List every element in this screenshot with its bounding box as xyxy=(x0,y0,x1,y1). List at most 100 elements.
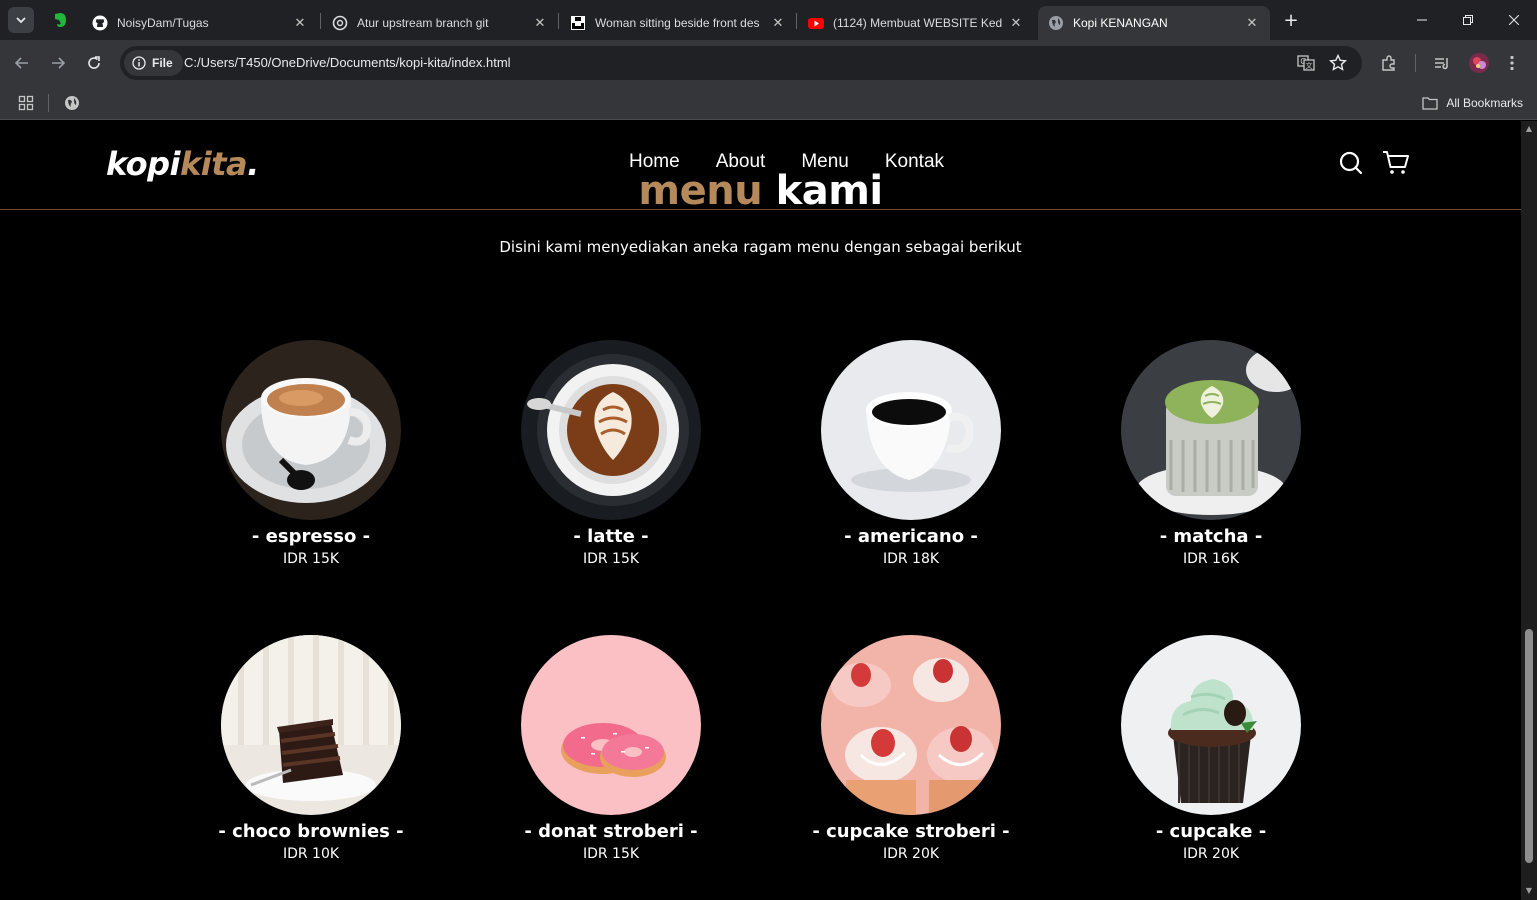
bookmark-star-icon[interactable] xyxy=(1328,53,1348,73)
espresso-image xyxy=(221,340,401,520)
tab-title: Kopi KENANGAN xyxy=(1073,16,1168,30)
tab-divider xyxy=(796,13,797,29)
scheme-label: File xyxy=(152,56,173,70)
close-tab-icon[interactable]: ✕ xyxy=(1008,15,1024,31)
browser-tab-strip: NoisyDam/Tugas ✕ Atur upstream branch gi… xyxy=(0,0,1537,40)
translate-icon[interactable]: G文 xyxy=(1296,53,1316,73)
page-scrollbar[interactable]: ▲ ▼ xyxy=(1521,121,1537,900)
menu-item-name: - espresso - xyxy=(251,526,371,547)
menu-item-name: - cupcake stroberi - xyxy=(812,821,1010,842)
unsplash-icon xyxy=(570,15,586,31)
close-tab-icon[interactable]: ✕ xyxy=(532,15,548,31)
close-icon xyxy=(1509,15,1519,25)
page-viewport: kopikita. Home About Menu Kontak menu ka… xyxy=(0,121,1521,900)
globe-bookmark-icon[interactable] xyxy=(62,93,82,113)
media-control-icon[interactable] xyxy=(1430,51,1454,75)
close-tab-icon[interactable]: ✕ xyxy=(770,15,786,31)
choco-brownies-image xyxy=(221,635,401,815)
minimize-button[interactable] xyxy=(1399,0,1445,40)
extensions-icon[interactable] xyxy=(1377,51,1401,75)
pinned-tab[interactable] xyxy=(44,6,76,34)
cupcake-stroberi-image xyxy=(821,635,1001,815)
all-bookmarks-button[interactable]: All Bookmarks xyxy=(1422,93,1523,113)
close-window-button[interactable] xyxy=(1491,0,1537,40)
tab-divider xyxy=(320,13,321,29)
tab-unsplash[interactable]: Woman sitting beside front des ✕ xyxy=(560,6,796,40)
chevron-down-icon xyxy=(16,17,26,24)
menu-item-price: IDR 10K xyxy=(282,846,340,862)
tab-youtube[interactable]: (1124) Membuat WEBSITE Keda ✕ xyxy=(798,6,1034,40)
tab-github[interactable]: NoisyDam/Tugas ✕ xyxy=(82,6,318,40)
tab-title: NoisyDam/Tugas xyxy=(117,16,209,30)
site-info-chip[interactable]: File xyxy=(124,50,183,76)
forward-button[interactable] xyxy=(46,51,70,75)
globe-icon xyxy=(1048,15,1064,31)
profile-avatar[interactable] xyxy=(1467,51,1491,75)
tab-title: (1124) Membuat WEBSITE Keda xyxy=(833,16,1002,30)
menu-item-name: - latte - xyxy=(573,526,649,547)
browser-toolbar: File C:/Users/T450/OneDrive/Documents/ko… xyxy=(0,40,1537,86)
all-bookmarks-label: All Bookmarks xyxy=(1446,96,1523,110)
menu-card-cupcake-stroberi[interactable]: - cupcake stroberi - IDR 20K xyxy=(761,635,1061,862)
scrollbar-thumb[interactable] xyxy=(1525,629,1533,863)
section-title-accent: menu xyxy=(638,168,763,214)
menu-card-cupcake[interactable]: - cupcake - IDR 20K xyxy=(1061,635,1361,862)
cupcake-image xyxy=(1121,635,1301,815)
bookmarks-divider xyxy=(48,94,49,112)
menu-card-choco-brownies[interactable]: - choco brownies - IDR 10K xyxy=(161,635,461,862)
apps-grid-icon[interactable] xyxy=(16,93,36,113)
donat-stroberi-image xyxy=(521,635,701,815)
scroll-down-icon[interactable]: ▼ xyxy=(1525,887,1533,895)
close-tab-icon[interactable]: ✕ xyxy=(1244,15,1260,31)
menu-item-name: - cupcake - xyxy=(1155,821,1267,842)
restore-button[interactable] xyxy=(1445,0,1491,40)
menu-card-americano[interactable]: - americano - IDR 18K xyxy=(761,340,1061,567)
americano-image xyxy=(821,340,1001,520)
menu-item-name: - americano - xyxy=(844,526,978,547)
matcha-image xyxy=(1121,340,1301,520)
menu-item-price: IDR 18K xyxy=(882,551,940,567)
section-subtitle: Disini kami menyediakan aneka ragam menu… xyxy=(499,238,1022,256)
menu-item-price: IDR 20K xyxy=(882,846,940,862)
tab-chatgpt[interactable]: Atur upstream branch git ✕ xyxy=(322,6,558,40)
menu-item-name: - donat stroberi - xyxy=(524,821,698,842)
back-button[interactable] xyxy=(10,51,34,75)
tab-title: Woman sitting beside front des xyxy=(595,16,760,30)
menu-grid: - espresso - IDR 15K - latte - IDR 15K -… xyxy=(161,340,1361,862)
latte-image xyxy=(521,340,701,520)
url-text[interactable]: C:/Users/T450/OneDrive/Documents/kopi-ki… xyxy=(184,55,511,70)
menu-item-price: IDR 16K xyxy=(1182,551,1240,567)
tab-divider xyxy=(558,13,559,29)
menu-item-price: IDR 15K xyxy=(582,551,640,567)
toolbar-divider xyxy=(1415,54,1416,72)
folder-icon xyxy=(1422,97,1438,110)
menu-card-latte[interactable]: - latte - IDR 15K xyxy=(461,340,761,567)
minimize-icon xyxy=(1417,19,1427,21)
openai-icon xyxy=(332,15,348,31)
new-tab-button[interactable]: + xyxy=(1279,8,1303,32)
menu-item-name: - matcha - xyxy=(1159,526,1263,547)
arrow-right-icon xyxy=(52,57,66,69)
scroll-up-icon[interactable]: ▲ xyxy=(1525,125,1533,133)
reload-icon xyxy=(88,56,100,69)
svg-text:文: 文 xyxy=(1306,61,1313,70)
menu-card-espresso[interactable]: - espresso - IDR 15K xyxy=(161,340,461,567)
menu-card-matcha[interactable]: - matcha - IDR 16K xyxy=(1061,340,1361,567)
reload-button[interactable] xyxy=(82,51,106,75)
close-tab-icon[interactable]: ✕ xyxy=(292,15,308,31)
tab-kopi-kenangan[interactable]: Kopi KENANGAN ✕ xyxy=(1038,6,1270,40)
arrow-left-icon xyxy=(14,57,28,69)
section-title-main: kami xyxy=(775,168,883,214)
address-bar[interactable]: File C:/Users/T450/OneDrive/Documents/ko… xyxy=(120,46,1362,80)
evernote-icon xyxy=(55,13,66,27)
menu-card-donat-stroberi[interactable]: - donat stroberi - IDR 15K xyxy=(461,635,761,862)
menu-item-price: IDR 15K xyxy=(282,551,340,567)
menu-item-price: IDR 15K xyxy=(582,846,640,862)
kebab-menu-icon[interactable] xyxy=(1500,51,1524,75)
youtube-icon xyxy=(808,15,824,31)
tab-search-button[interactable] xyxy=(8,7,34,33)
section-title: menu kami xyxy=(0,168,1521,214)
menu-item-price: IDR 20K xyxy=(1182,846,1240,862)
tab-title: Atur upstream branch git xyxy=(357,16,489,30)
github-icon xyxy=(92,15,108,31)
